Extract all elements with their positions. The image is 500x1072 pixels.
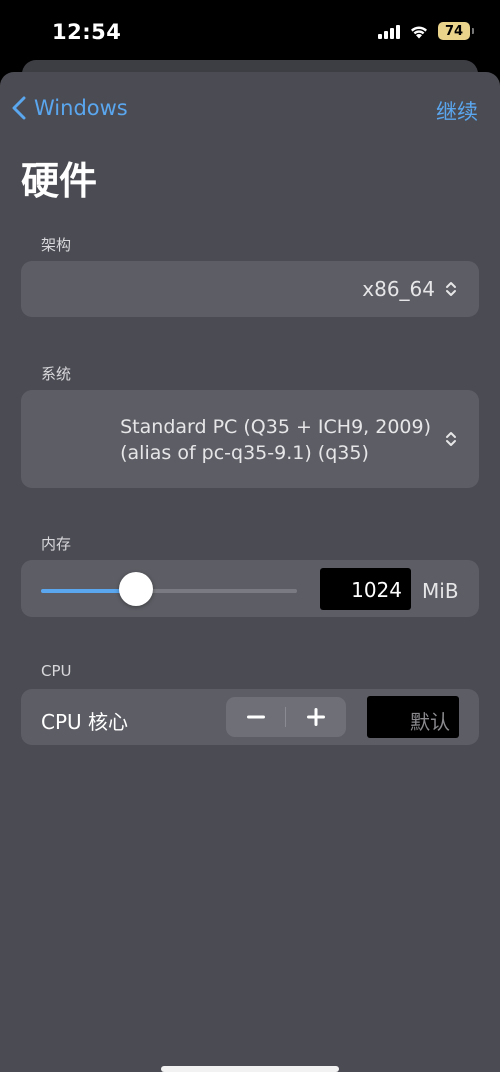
architecture-label: 架构 xyxy=(41,236,72,254)
chevron-up-down-icon xyxy=(446,282,456,296)
chevron-left-icon xyxy=(12,96,26,120)
increment-button[interactable] xyxy=(286,697,346,737)
cellular-signal-icon xyxy=(378,23,400,39)
system-value-line1: Standard PC (Q35 + ICH9, 2009) xyxy=(120,416,431,438)
wifi-icon xyxy=(411,26,427,38)
cpu-cores-stepper xyxy=(226,697,346,737)
hardware-sheet: Windows 继续 硬件 架构 x86_64 系统 Standard PC (… xyxy=(0,72,500,1072)
status-bar: 12:54 74 xyxy=(0,0,500,64)
system-picker[interactable]: Standard PC (Q35 + ICH9, 2009) (alias of… xyxy=(21,390,479,488)
system-label: 系统 xyxy=(41,365,72,383)
minus-icon xyxy=(247,715,265,719)
cpu-card: CPU 核心 默认 xyxy=(21,689,479,745)
plus-icon xyxy=(307,708,325,726)
memory-slider[interactable] xyxy=(41,589,297,593)
battery-level: 74 xyxy=(444,23,464,39)
memory-unit: MiB xyxy=(422,579,459,603)
memory-card: 1024 MiB xyxy=(21,560,479,617)
system-value: Standard PC (Q35 + ICH9, 2009) (alias of… xyxy=(120,414,431,466)
home-indicator[interactable] xyxy=(161,1066,339,1072)
decrement-button[interactable] xyxy=(226,697,286,737)
page-title: 硬件 xyxy=(21,159,98,203)
cpu-cores-label: CPU 核心 xyxy=(41,710,129,734)
status-time: 12:54 xyxy=(52,20,122,44)
chevron-up-down-icon xyxy=(446,432,456,446)
memory-slider-thumb[interactable] xyxy=(119,572,153,606)
memory-input[interactable]: 1024 xyxy=(320,568,411,610)
status-icons: 74 xyxy=(378,22,474,40)
system-value-line2: (alias of pc-q35-9.1) (q35) xyxy=(120,442,369,464)
continue-button[interactable]: 继续 xyxy=(436,96,478,126)
architecture-value: x86_64 xyxy=(362,277,435,301)
memory-label: 内存 xyxy=(41,535,72,553)
architecture-picker[interactable]: x86_64 xyxy=(21,261,479,317)
battery-icon: 74 xyxy=(438,22,474,40)
cpu-cores-input[interactable]: 默认 xyxy=(367,696,459,738)
back-button[interactable]: Windows xyxy=(12,96,128,120)
back-button-label: Windows xyxy=(34,96,128,120)
cpu-section-label: CPU xyxy=(41,662,72,680)
